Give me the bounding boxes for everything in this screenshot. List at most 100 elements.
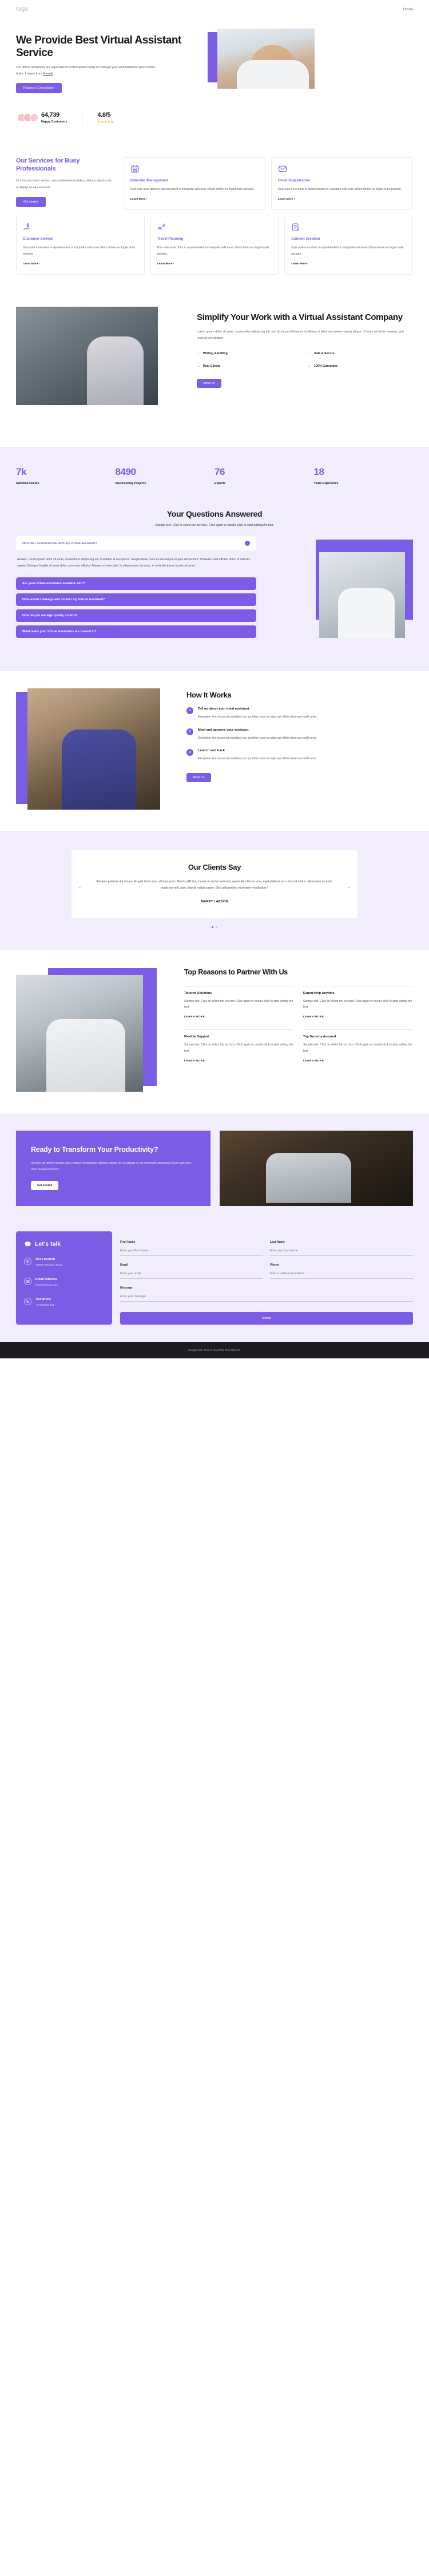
faq-item-closed[interactable]: How would I manage and contact my Virtua… xyxy=(16,593,256,607)
map-pin-route-icon xyxy=(157,223,166,232)
feature-item: → Safe & Secure xyxy=(308,352,413,355)
faq-question: How do I communicate with my virtual ass… xyxy=(22,541,97,545)
step-text: Excepteur sint occaecat cupidatat non pr… xyxy=(198,736,317,740)
service-title: Customer Service xyxy=(23,237,53,241)
learn-more-link[interactable]: LEARN MORE xyxy=(184,1060,205,1063)
contact-label: Our Location xyxy=(35,1257,55,1261)
service-card-customer-service[interactable]: Customer Service Duis aute irure dolor i… xyxy=(16,216,145,275)
reason-title: Flexible Support xyxy=(184,1035,209,1039)
faq-item-open[interactable]: How do I communicate with my virtual ass… xyxy=(16,536,256,551)
services-section: Our Services for Busy Professionals Ut e… xyxy=(0,140,429,291)
contact-value: 10001 Wazirpur Road xyxy=(35,1263,63,1267)
hero-paragraph-text: Our virtual assistants are experienced p… xyxy=(16,65,156,76)
faq-photo xyxy=(319,552,405,639)
counter-label: Experts xyxy=(214,482,226,486)
contact-value[interactable]: info@domain.com xyxy=(35,1283,58,1288)
service-card-travel-planning[interactable]: Travel Planning Duis aute irure dolor in… xyxy=(150,216,279,275)
faq-media xyxy=(264,536,413,651)
feature-item: → 100% Guarantee xyxy=(308,364,413,368)
learn-more-link[interactable]: Learn More › xyxy=(130,198,147,201)
faq-question: Are your virtual assistants available 24… xyxy=(22,582,85,586)
counter-label: Successfully Projects xyxy=(115,482,146,486)
cta-box: Ready to Transform Your Productivity? Ut… xyxy=(16,1130,210,1206)
freepik-link[interactable]: Freepik xyxy=(43,72,53,76)
first-name-input[interactable] xyxy=(120,1246,263,1256)
feature-item: → Writing & Editing xyxy=(197,352,302,355)
nav-item-home[interactable]: Home xyxy=(403,7,413,11)
faq-item-closed[interactable]: How do you manage quality control? ⌄ xyxy=(16,609,256,623)
carousel-next-arrow-right-icon[interactable]: → xyxy=(345,884,352,890)
phone-label: Phone xyxy=(270,1263,279,1267)
arrow-right-icon: → xyxy=(197,364,200,368)
service-title: Email Organization xyxy=(278,178,311,183)
simplify-copy: Simplify Your Work with a Virtual Assist… xyxy=(197,307,413,430)
faq-question: How do you manage quality control? xyxy=(22,614,78,618)
carousel-dot[interactable] xyxy=(216,926,217,928)
last-name-input[interactable] xyxy=(270,1246,413,1256)
chevron-down-icon[interactable]: ⌄ xyxy=(247,582,250,585)
reason-item: Tailored Solutions Sample text. Click on… xyxy=(184,985,294,1021)
contact-title-text: Let's talk xyxy=(35,1241,61,1248)
reasons-media xyxy=(16,968,175,1094)
how-step: 2 Meet and approve your assistant Except… xyxy=(186,728,413,741)
counters-section: 7k Satisfied Clients 8490 Successfully P… xyxy=(0,447,429,505)
learn-more-link[interactable]: Learn More › xyxy=(278,198,295,201)
how-about-us-button[interactable]: About Us xyxy=(186,772,211,782)
last-name-label: Last Name xyxy=(270,1240,285,1244)
simplify-feature-list: → Writing & Editing → Safe & Secure → Real … xyxy=(197,352,413,368)
service-card-email-organization[interactable]: Email Organization Duis aute irure dolor… xyxy=(271,157,413,211)
chevron-down-icon[interactable]: ⌄ xyxy=(245,541,250,546)
services-get-started-button[interactable]: Get started xyxy=(16,197,46,208)
reasons-copy: Top Reasons to Partner With Us Tailored … xyxy=(184,968,413,1094)
submit-button[interactable]: Submit xyxy=(120,1311,413,1325)
feature-item: → Real Clients xyxy=(197,364,302,368)
cta-paragraph: Ut enim ad minim veniam, quis nostrud ex… xyxy=(31,1162,192,1171)
reason-text: Sample text. Click on select the text bo… xyxy=(303,1043,412,1053)
learn-more-link[interactable]: LEARN MORE xyxy=(303,1016,324,1018)
contact-label: Email Address xyxy=(35,1277,58,1281)
faq-item-closed[interactable]: Are your virtual assistants available 24… xyxy=(16,577,256,591)
calendar-icon xyxy=(130,164,140,173)
service-card-content-creation[interactable]: Content Creation Duis aute irure dolor i… xyxy=(284,216,414,275)
phone-input[interactable] xyxy=(270,1269,413,1279)
learn-more-link[interactable]: Learn More › xyxy=(157,263,174,265)
learn-more-link[interactable]: LEARN MORE xyxy=(303,1060,324,1063)
chevron-down-icon[interactable]: ⌄ xyxy=(247,598,250,601)
learn-more-link[interactable]: Learn More › xyxy=(23,263,39,265)
learn-more-link[interactable]: LEARN MORE xyxy=(184,1016,205,1018)
how-it-works-section: How It Works 1 Tell us about your ideal … xyxy=(0,671,429,831)
cta-get-started-button[interactable]: Get started xyxy=(31,1180,59,1190)
reason-title: Tailored Solutions xyxy=(184,991,212,995)
how-media xyxy=(16,688,176,811)
step-text: Excepteur sint occaecat cupidatat non pr… xyxy=(198,757,317,761)
faq-title: Your Questions Answered xyxy=(166,509,263,519)
site-header: logo Home xyxy=(0,0,429,18)
hero-copy: We Provide Best Virtual Assistant Servic… xyxy=(16,29,205,93)
contact-value[interactable]: +27822034421 xyxy=(35,1303,54,1308)
chevron-down-icon[interactable]: ⌄ xyxy=(247,614,250,617)
learn-more-link[interactable]: Learn More › xyxy=(291,263,308,265)
counter-value: 18 xyxy=(313,466,325,478)
simplify-media xyxy=(16,307,188,430)
simplify-title: Simplify Your Work with a Virtual Assist… xyxy=(197,312,403,323)
email-input[interactable] xyxy=(120,1269,263,1279)
simplify-about-us-button[interactable]: About Us xyxy=(197,378,221,388)
testimonial-title: Our Clients Say xyxy=(188,863,241,872)
logo[interactable]: logo xyxy=(16,6,29,13)
document-edit-icon xyxy=(291,223,300,232)
carousel-dot[interactable] xyxy=(212,926,213,928)
envelope-icon xyxy=(278,164,287,173)
faq-item-closed[interactable]: What tasks your Virtual Assistants are t… xyxy=(16,625,256,639)
carousel-prev-arrow-left-icon[interactable]: ← xyxy=(77,884,84,890)
step-text: Excepteur sint occaecat cupidatat non pr… xyxy=(198,715,317,719)
hero-section: We Provide Best Virtual Assistant Servic… xyxy=(0,18,429,140)
request-consultation-button[interactable]: Request a Consultation xyxy=(16,82,62,93)
counter-value: 8490 xyxy=(115,466,137,478)
chevron-down-icon[interactable]: ⌄ xyxy=(247,630,250,633)
message-input[interactable] xyxy=(120,1292,413,1302)
faq-answer: Answer. Lorem ipsum dolor sit amet, cons… xyxy=(17,558,251,568)
step-title: Launch and track xyxy=(198,749,225,753)
service-card-calendar-management[interactable]: Calendar Management Duis aute irure dolo… xyxy=(124,157,265,211)
counter-label: Satisfied Clients xyxy=(16,482,39,486)
reasons-photo xyxy=(16,974,143,1092)
